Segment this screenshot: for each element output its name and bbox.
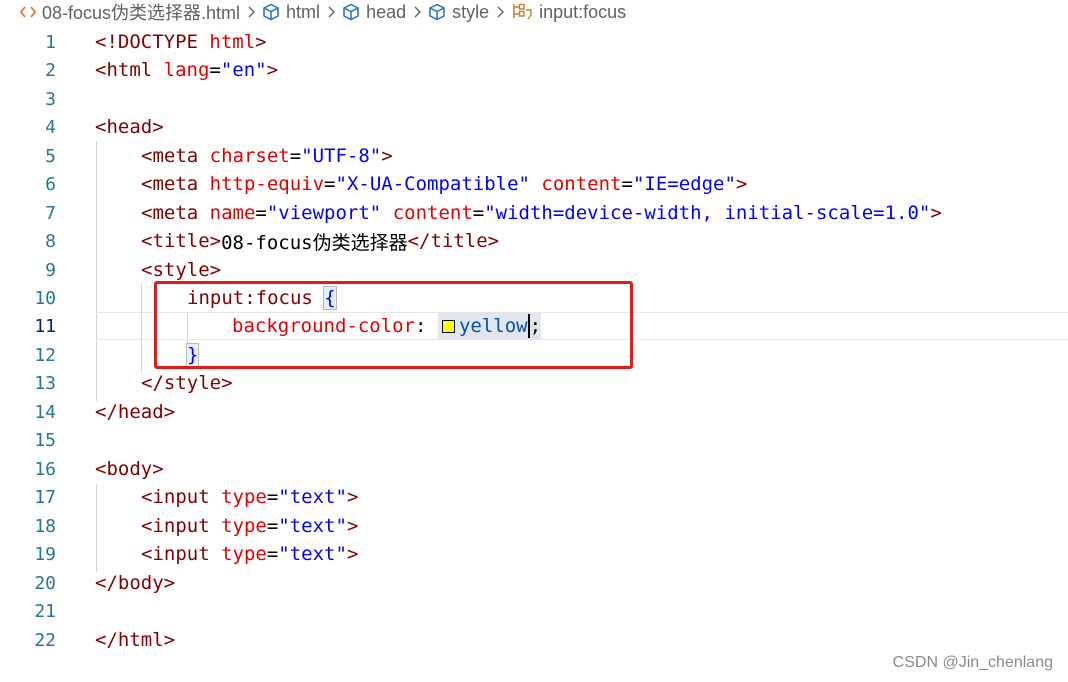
breadcrumb-item-style[interactable]: style bbox=[428, 2, 489, 23]
breadcrumb-item-selector[interactable]: input:focus bbox=[511, 2, 626, 23]
selection-highlight: yellow; bbox=[437, 313, 542, 339]
code-line: 22 </html> bbox=[0, 626, 1068, 654]
code-content: </head> bbox=[95, 401, 176, 423]
code-line: 14 </head> bbox=[0, 398, 1068, 426]
line-number: 11 bbox=[34, 315, 56, 337]
css-selector-icon bbox=[511, 2, 533, 22]
code-line: 18 <input type = "text" > bbox=[0, 512, 1068, 540]
line-number: 13 bbox=[34, 372, 56, 394]
line-number: 12 bbox=[34, 344, 56, 366]
line-number: 20 bbox=[34, 572, 56, 594]
breadcrumb-label: style bbox=[452, 1, 490, 22]
cube-icon bbox=[342, 3, 360, 21]
code-line: 1 <!DOCTYPE html > bbox=[0, 28, 1068, 56]
code-line: 21 bbox=[0, 597, 1068, 625]
breadcrumb-item-head[interactable]: head bbox=[342, 2, 406, 23]
code-line: 13 </style> bbox=[0, 369, 1068, 397]
matching-brace: { bbox=[323, 286, 337, 310]
code-content: </style> bbox=[141, 372, 233, 394]
line-number: 15 bbox=[34, 429, 56, 451]
code-content: input:focus { bbox=[187, 286, 337, 310]
chevron-right-icon bbox=[247, 6, 256, 18]
line-number: 19 bbox=[34, 543, 56, 565]
breadcrumb-item-file[interactable]: 08-focus伪类选择器.html bbox=[20, 0, 240, 25]
code-content: <input type = "text" > bbox=[141, 543, 359, 565]
code-line: 8 <title> 08-focus伪类选择器 </title> bbox=[0, 227, 1068, 255]
chevron-right-icon bbox=[413, 6, 422, 18]
breadcrumb: 08-focus伪类选择器.html html head style input… bbox=[0, 0, 1068, 24]
line-number: 14 bbox=[34, 401, 56, 423]
code-content: <html lang = "en" > bbox=[95, 59, 279, 81]
code-line: 17 <input type = "text" > bbox=[0, 483, 1068, 511]
code-line: 10 input:focus { bbox=[0, 284, 1068, 312]
line-number: 21 bbox=[34, 600, 56, 622]
breadcrumb-label: head bbox=[366, 1, 407, 22]
code-content: <input type = "text" > bbox=[141, 515, 359, 537]
code-line: 20 </body> bbox=[0, 569, 1068, 597]
code-line: 12 } bbox=[0, 341, 1068, 369]
code-content: } bbox=[185, 341, 200, 369]
line-number: 3 bbox=[45, 88, 56, 110]
line-number: 9 bbox=[45, 259, 56, 281]
code-content: <head> bbox=[95, 116, 164, 138]
line-number: 1 bbox=[45, 31, 56, 53]
code-line: 5 <meta charset = "UTF-8" > bbox=[0, 142, 1068, 170]
line-number: 22 bbox=[34, 629, 56, 651]
code-line-current: 11 background-color: yellow; bbox=[34, 312, 1068, 340]
matching-brace: } bbox=[185, 343, 200, 367]
code-content: background-color: yellow; bbox=[232, 313, 542, 339]
line-number: 4 bbox=[45, 116, 56, 138]
line-number: 6 bbox=[45, 173, 56, 195]
code-content: <meta name = "viewport" content = "width=dev… bbox=[141, 202, 942, 224]
line-number: 7 bbox=[45, 202, 56, 224]
breadcrumb-label: input:focus bbox=[539, 1, 627, 22]
code-line: 4 <head> bbox=[0, 113, 1068, 141]
chevron-right-icon bbox=[327, 6, 336, 18]
code-content: <body> bbox=[95, 458, 164, 480]
code-content: <style> bbox=[141, 259, 222, 281]
watermark: CSDN @Jin_chenlang bbox=[892, 654, 1053, 671]
cube-icon bbox=[428, 3, 446, 21]
line-number: 8 bbox=[45, 230, 56, 252]
line-number: 10 bbox=[34, 287, 56, 309]
code-line: 2 <html lang = "en" > bbox=[0, 56, 1068, 84]
line-number: 18 bbox=[34, 515, 56, 537]
code-line: 9 <style> bbox=[0, 256, 1068, 284]
chevron-right-icon bbox=[496, 6, 505, 18]
line-number: 2 bbox=[45, 59, 56, 81]
line-number: 17 bbox=[34, 486, 56, 508]
html-file-icon bbox=[20, 5, 36, 19]
code-content: <!DOCTYPE html > bbox=[95, 31, 267, 53]
code-line: 15 bbox=[0, 426, 1068, 454]
code-line: 16 <body> bbox=[0, 455, 1068, 483]
color-swatch-yellow[interactable] bbox=[441, 319, 455, 333]
code-content: <title> 08-focus伪类选择器 </title> bbox=[141, 230, 500, 254]
code-content: </html> bbox=[95, 629, 176, 651]
code-line: 3 bbox=[0, 85, 1068, 113]
breadcrumb-label: 08-focus伪类选择器.html bbox=[42, 3, 241, 23]
cube-icon bbox=[262, 3, 280, 21]
code-editor[interactable]: 1 <!DOCTYPE html > 2 <html lang = "en" > 3 4… bbox=[0, 28, 1068, 668]
breadcrumb-label: html bbox=[286, 1, 321, 22]
code-line: 19 <input type = "text" > bbox=[0, 540, 1068, 568]
code-content: <meta charset = "UTF-8" > bbox=[141, 145, 393, 167]
line-number: 16 bbox=[34, 458, 56, 480]
line-number: 5 bbox=[45, 145, 56, 167]
code-line: 7 <meta name = "viewport" content = "width=d… bbox=[0, 199, 1068, 227]
code-content: <meta http-equiv = "X-UA-Compatible" conte… bbox=[141, 173, 748, 195]
code-content: <input type = "text" > bbox=[141, 486, 359, 508]
code-line: 6 <meta http-equiv = "X-UA-Compatible" con… bbox=[0, 170, 1068, 198]
breadcrumb-item-html[interactable]: html bbox=[262, 2, 320, 23]
code-content: </body> bbox=[95, 572, 176, 594]
